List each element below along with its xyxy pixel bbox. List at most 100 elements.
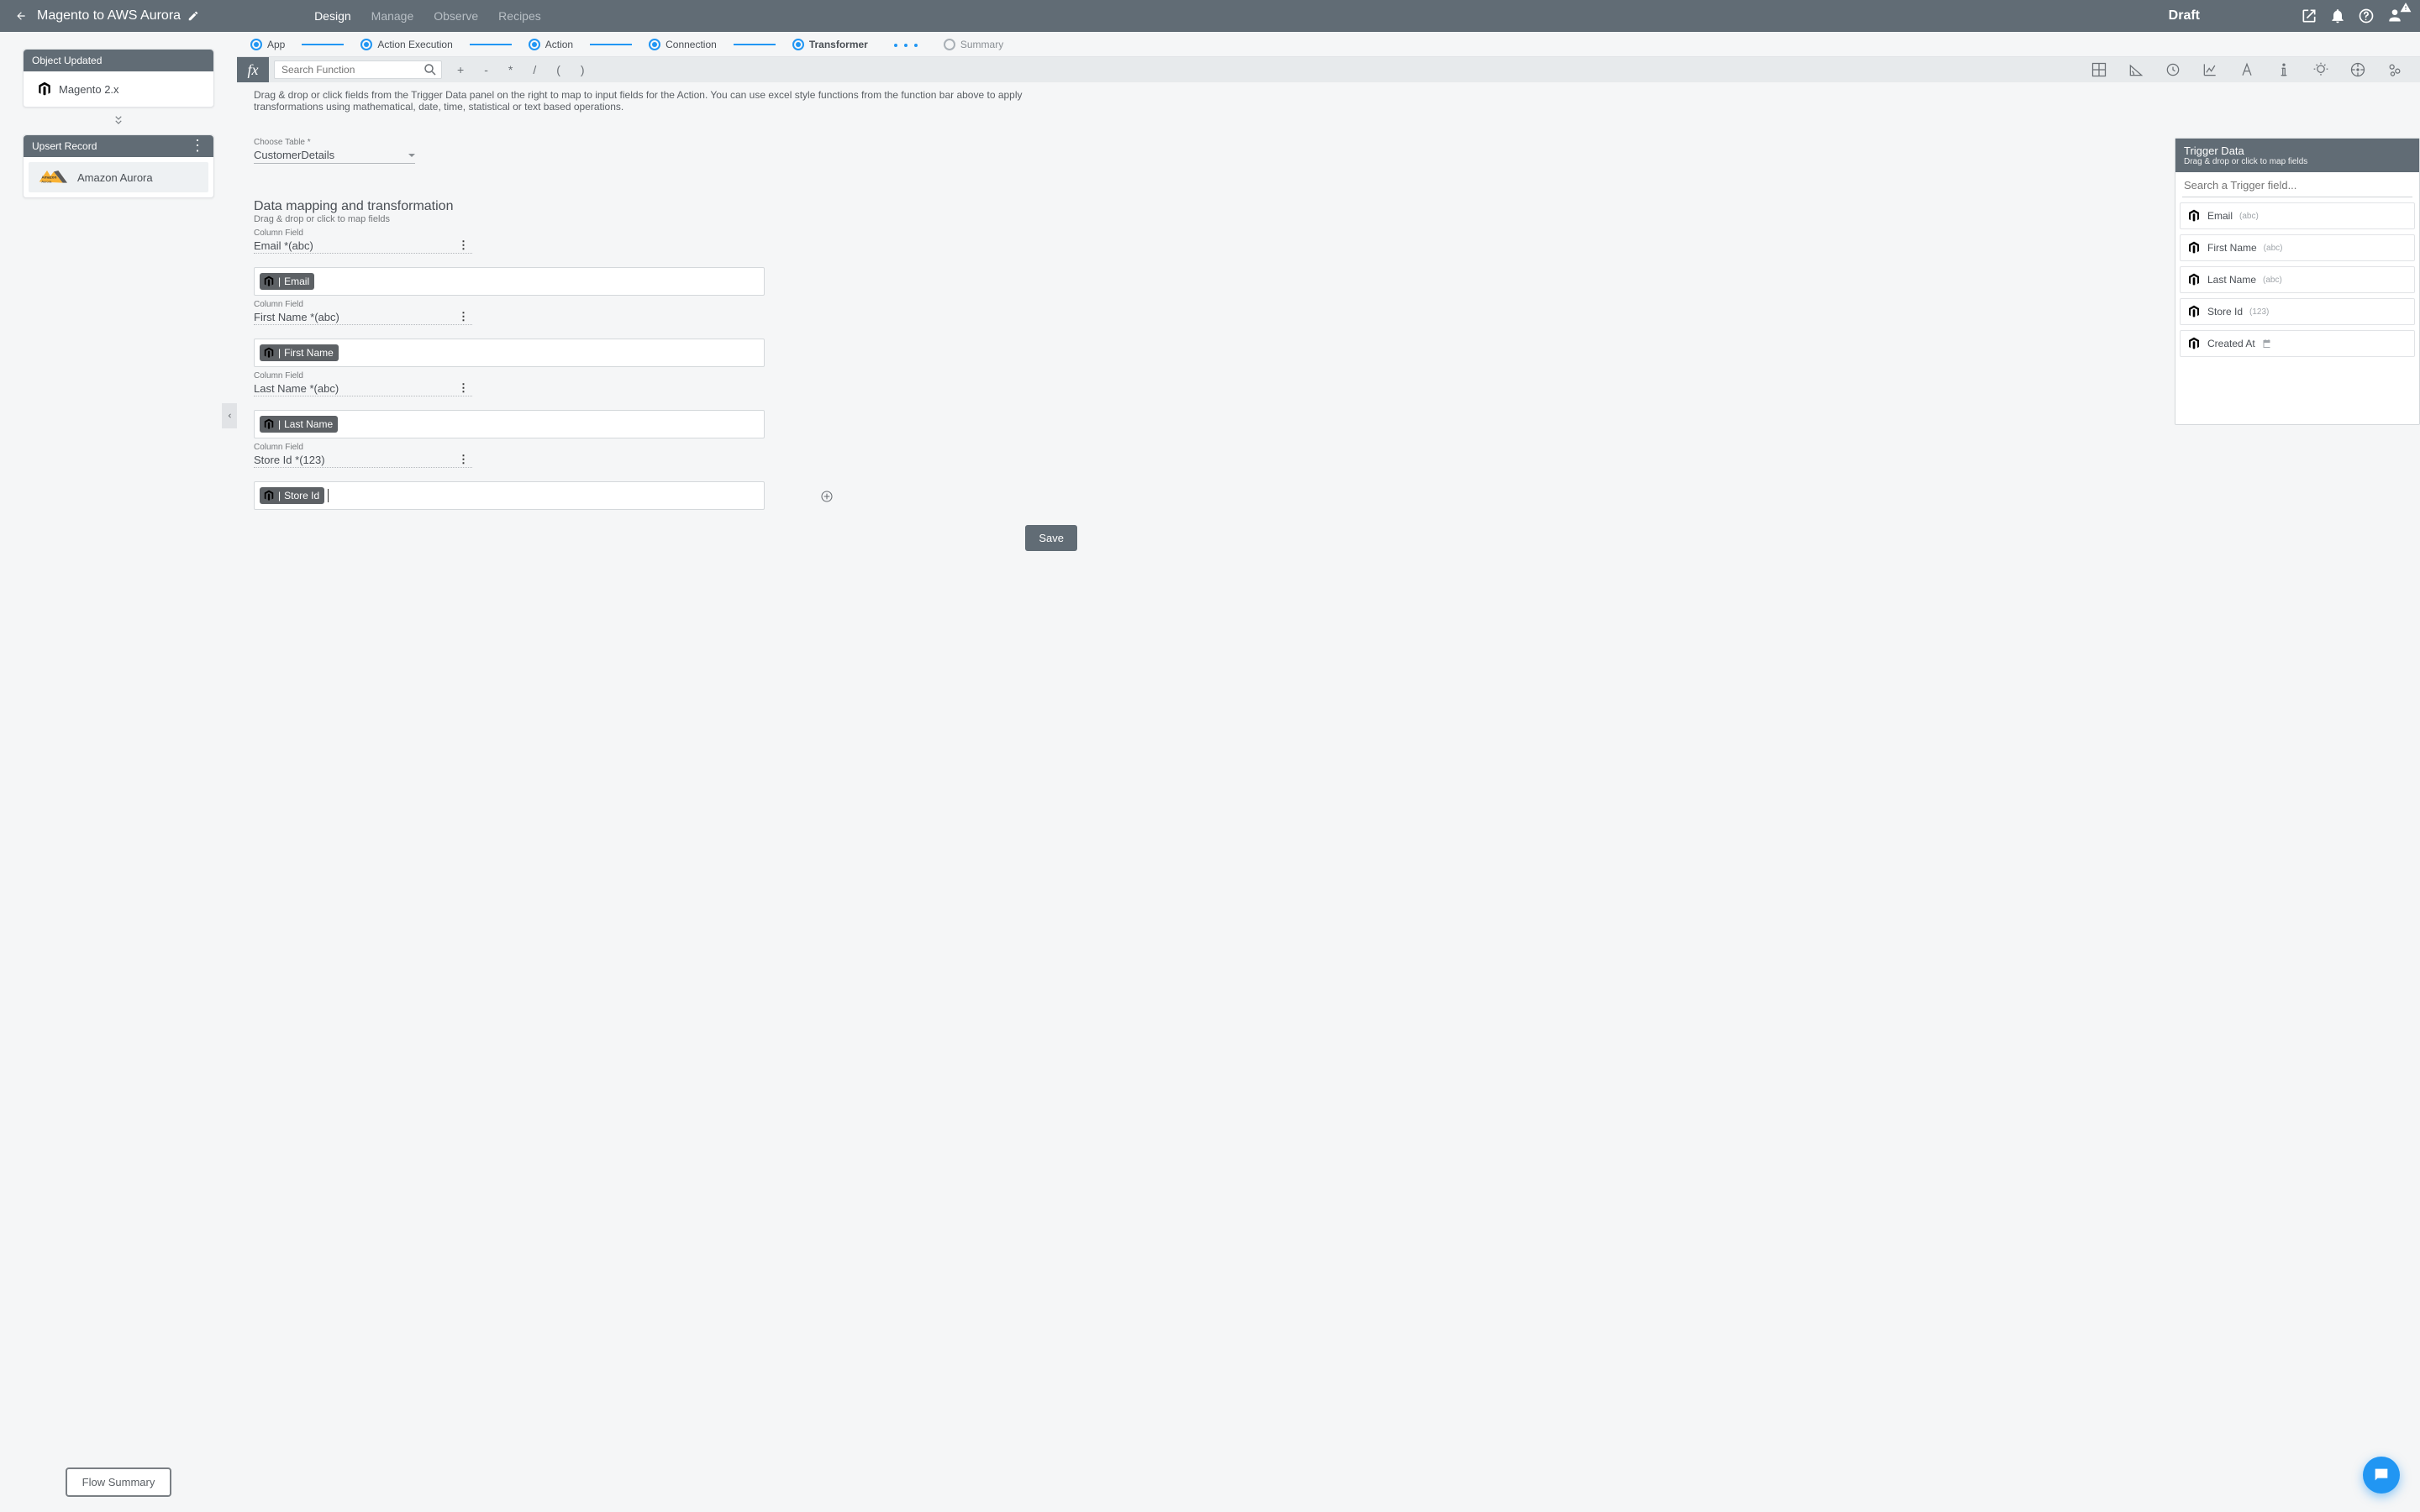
- step-connection[interactable]: Connection: [649, 39, 717, 50]
- table-select-value: CustomerDetails: [254, 149, 334, 161]
- trigger-app-row[interactable]: Magento 2.x: [29, 76, 208, 102]
- tab-manage[interactable]: Manage: [361, 0, 424, 32]
- function-operators: + - * / ( ): [457, 63, 585, 76]
- magento-icon: [2187, 273, 2201, 286]
- magento-icon: [2187, 241, 2201, 255]
- trigger-search-input[interactable]: [2182, 174, 2412, 197]
- trigger-field[interactable]: Store Id(123): [2180, 298, 2415, 325]
- mapped-field-chip[interactable]: |Last Name: [260, 416, 338, 433]
- stepper: App Action Execution Action Connection T…: [237, 32, 2420, 57]
- add-row-icon[interactable]: [820, 490, 834, 503]
- magento-icon: [263, 276, 275, 287]
- gears-icon[interactable]: [2386, 61, 2403, 78]
- help-icon[interactable]: [2358, 8, 2375, 24]
- table-select[interactable]: CustomerDetails: [254, 149, 415, 164]
- section-sub: Drag & drop or click to map fields: [254, 214, 2403, 224]
- section-title: Data mapping and transformation: [254, 199, 2403, 214]
- mapping-slot[interactable]: |Last Name: [254, 410, 765, 438]
- step-action[interactable]: Action: [529, 39, 573, 50]
- op-div[interactable]: /: [533, 63, 536, 76]
- trigger-card: Object Updated Magento 2.x: [23, 49, 214, 108]
- trigger-field[interactable]: Created At: [2180, 330, 2415, 357]
- status-label: Draft: [2169, 8, 2200, 24]
- action-app-label: Amazon Aurora: [77, 171, 153, 184]
- edit-title-icon[interactable]: [187, 10, 199, 22]
- column-field-label[interactable]: Column FieldLast Name *(abc)⋮: [254, 382, 472, 396]
- step-action-execution[interactable]: Action Execution: [360, 39, 452, 50]
- magento-icon: [2187, 305, 2201, 318]
- trigger-panel-title: Trigger Data: [2184, 144, 2411, 157]
- flow-summary-button[interactable]: Flow Summary: [66, 1467, 172, 1497]
- info-icon[interactable]: [2275, 61, 2292, 78]
- action-card-menu-icon[interactable]: ⋮: [190, 143, 205, 149]
- magento-icon: [263, 347, 275, 359]
- column-menu-icon[interactable]: ⋮: [458, 310, 469, 323]
- function-search[interactable]: [274, 60, 442, 79]
- clock-icon[interactable]: [2165, 61, 2181, 78]
- column-field-label[interactable]: Column FieldStore Id *(123)⋮: [254, 454, 472, 468]
- trigger-card-title: Object Updated: [32, 55, 102, 66]
- palette-icon[interactable]: [2349, 61, 2366, 78]
- trigger-app-label: Magento 2.x: [59, 83, 119, 96]
- chevron-down-icon: [408, 154, 415, 160]
- trigger-field[interactable]: Last Name(abc): [2180, 266, 2415, 293]
- magento-icon: [263, 490, 275, 501]
- bell-icon[interactable]: [2329, 8, 2346, 24]
- column-field-label[interactable]: Column FieldEmail *(abc)⋮: [254, 239, 472, 254]
- text-icon[interactable]: [2238, 61, 2255, 78]
- calendar-icon: [2262, 339, 2272, 349]
- magento-icon: [37, 81, 52, 97]
- mapping-slot[interactable]: |First Name: [254, 339, 765, 367]
- chart-icon[interactable]: [2202, 61, 2218, 78]
- action-card: Upsert Record ⋮ Amazon Aurora Amazon Aur…: [23, 134, 214, 198]
- mapped-field-chip[interactable]: |First Name: [260, 344, 339, 361]
- function-search-input[interactable]: [275, 64, 423, 76]
- trigger-data-panel: Trigger Data Drag & drop or click to map…: [2175, 138, 2420, 425]
- trigger-panel-sub: Drag & drop or click to map fields: [2184, 157, 2411, 166]
- tab-recipes[interactable]: Recipes: [488, 0, 551, 32]
- step-summary[interactable]: Summary: [944, 39, 1003, 50]
- column-menu-icon[interactable]: ⋮: [458, 381, 469, 395]
- chat-bubble[interactable]: [2363, 1457, 2400, 1494]
- cursor: [328, 489, 329, 502]
- aurora-icon: Amazon Aurora: [37, 167, 71, 187]
- back-icon[interactable]: [15, 10, 27, 22]
- step-transformer[interactable]: Transformer: [792, 39, 868, 50]
- save-button[interactable]: Save: [1025, 525, 1077, 551]
- trigger-field[interactable]: Email(abc): [2180, 202, 2415, 229]
- mapped-field-chip[interactable]: |Email: [260, 273, 314, 290]
- top-tabs: Design Manage Observe Recipes: [304, 0, 551, 32]
- fx-button[interactable]: fx: [237, 57, 269, 82]
- svg-text:Aurora: Aurora: [41, 180, 52, 184]
- op-minus[interactable]: -: [484, 63, 488, 76]
- op-mult[interactable]: *: [508, 63, 513, 76]
- column-menu-icon[interactable]: ⋮: [458, 453, 469, 466]
- collapse-left-panel-icon[interactable]: [222, 403, 237, 428]
- math-icon[interactable]: [2091, 61, 2107, 78]
- column-field-label[interactable]: Column FieldFirst Name *(abc)⋮: [254, 311, 472, 325]
- op-rparen[interactable]: ): [581, 63, 585, 76]
- tab-design[interactable]: Design: [304, 0, 361, 32]
- search-icon[interactable]: [423, 62, 438, 77]
- flow-arrow-icon: [23, 114, 214, 128]
- mapped-field-chip[interactable]: |Store Id: [260, 487, 324, 504]
- magento-icon: [2187, 209, 2201, 223]
- bulb-icon[interactable]: [2312, 61, 2329, 78]
- tab-observe[interactable]: Observe: [424, 0, 488, 32]
- magento-icon: [263, 418, 275, 430]
- hint-text: Drag & drop or click fields from the Tri…: [237, 89, 1094, 124]
- mapping-slot[interactable]: |Store Id: [254, 481, 765, 510]
- open-external-icon[interactable]: [2301, 8, 2317, 24]
- table-select-label: Choose Table *: [254, 138, 2403, 147]
- column-menu-icon[interactable]: ⋮: [458, 239, 469, 252]
- chat-icon: [2372, 1466, 2391, 1484]
- step-app[interactable]: App: [250, 39, 285, 50]
- svg-text:Amazon: Amazon: [41, 175, 56, 179]
- op-plus[interactable]: +: [457, 63, 464, 76]
- mapping-slot[interactable]: |Email: [254, 267, 765, 296]
- trigger-field[interactable]: First Name(abc): [2180, 234, 2415, 261]
- action-app-row[interactable]: Amazon Aurora Amazon Aurora: [29, 162, 208, 192]
- op-lparen[interactable]: (: [556, 63, 560, 76]
- action-card-title: Upsert Record: [32, 140, 97, 152]
- angle-icon[interactable]: [2128, 61, 2144, 78]
